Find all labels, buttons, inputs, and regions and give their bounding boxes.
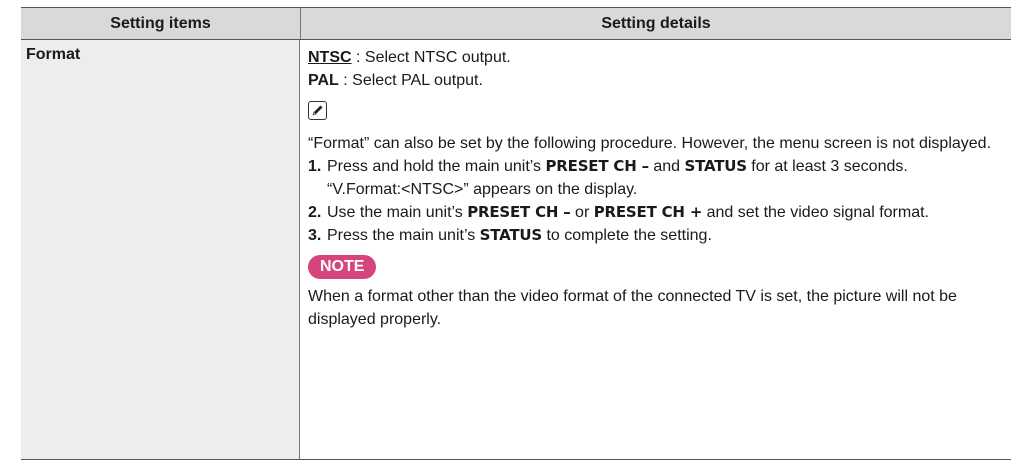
setting-details: NTSC : Select NTSC output. PAL : Select … xyxy=(300,40,1011,459)
option-desc: : Select NTSC output. xyxy=(351,49,511,66)
step-text-part: Use the main unit’s xyxy=(327,204,468,221)
table-row: Format NTSC : Select NTSC output. PAL : … xyxy=(21,40,1011,459)
option-pal: PAL : Select PAL output. xyxy=(308,69,997,92)
settings-table: Setting items Setting details Format NTS… xyxy=(21,7,1011,460)
info-paragraph: “Format” can also be set by the followin… xyxy=(308,135,992,152)
pencil-icon xyxy=(308,101,327,120)
note-text: When a format other than the video forma… xyxy=(308,288,957,328)
step-text-part: or xyxy=(570,204,594,221)
step-number: 2. xyxy=(308,204,322,221)
step-text-part: and xyxy=(648,158,685,175)
step-text-part: for at least 3 seconds. xyxy=(746,158,908,175)
step-text: Press the main unit’s STATUS to complete… xyxy=(327,224,997,247)
step-number: 1. xyxy=(308,158,322,175)
step-text-part: Press and hold the main unit’s xyxy=(327,158,546,175)
step-text-part: Press the main unit’s xyxy=(327,227,480,244)
step-text: Use the main unit’s PRESET CH – or PRESE… xyxy=(327,201,997,224)
setting-item-format: Format xyxy=(21,40,300,459)
option-desc: : Select PAL output. xyxy=(338,72,483,89)
step-3: 3. Press the main unit’s STATUS to compl… xyxy=(308,224,997,247)
option-name: NTSC xyxy=(308,49,352,66)
button-name: STATUS xyxy=(479,226,543,244)
step-1: 1. Press and hold the main unit’s PRESET… xyxy=(308,155,997,178)
button-name: STATUS xyxy=(684,157,747,175)
step-text-part: to complete the setting. xyxy=(542,227,712,244)
option-name: PAL xyxy=(308,72,339,89)
step-text-part: and set the video signal format. xyxy=(702,204,929,221)
button-name: PRESET CH – xyxy=(545,157,650,175)
button-name: PRESET CH + xyxy=(593,203,703,221)
header-setting-items: Setting items xyxy=(21,8,301,39)
note-badge: NOTE xyxy=(308,255,377,279)
table-header: Setting items Setting details xyxy=(21,8,1011,40)
step-2: 2. Use the main unit’s PRESET CH – or PR… xyxy=(308,201,997,224)
step-1-result: “V.Format:<NTSC>” appears on the display… xyxy=(327,181,638,198)
button-name: PRESET CH – xyxy=(467,203,571,221)
header-setting-details: Setting details xyxy=(601,14,711,32)
step-number: 3. xyxy=(308,227,322,244)
step-text: Press and hold the main unit’s PRESET CH… xyxy=(327,155,997,178)
option-ntsc: NTSC : Select NTSC output. xyxy=(308,46,997,69)
